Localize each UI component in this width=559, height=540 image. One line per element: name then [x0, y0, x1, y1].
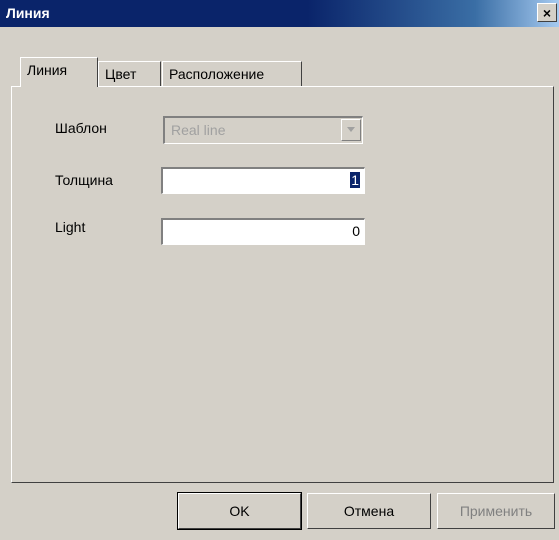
- tab-position[interactable]: Расположение: [162, 61, 302, 87]
- window-title: Линия: [6, 5, 50, 21]
- apply-button[interactable]: Применить: [437, 493, 555, 529]
- tab-line-label: Линия: [27, 62, 68, 78]
- tab-panel: [11, 86, 554, 483]
- close-icon: ×: [542, 4, 552, 21]
- title-bar: Линия ×: [0, 0, 559, 27]
- ok-button[interactable]: OK: [177, 492, 302, 530]
- cancel-button-label: Отмена: [343, 503, 395, 519]
- tab-position-label: Расположение: [169, 66, 265, 82]
- tab-color-label: Цвет: [105, 66, 137, 82]
- tab-color[interactable]: Цвет: [98, 61, 161, 87]
- close-button[interactable]: ×: [537, 3, 557, 22]
- cancel-button[interactable]: Отмена: [307, 493, 431, 529]
- apply-button-label: Применить: [459, 503, 533, 519]
- tab-line[interactable]: Линия: [20, 57, 98, 87]
- ok-button-label: OK: [229, 503, 250, 519]
